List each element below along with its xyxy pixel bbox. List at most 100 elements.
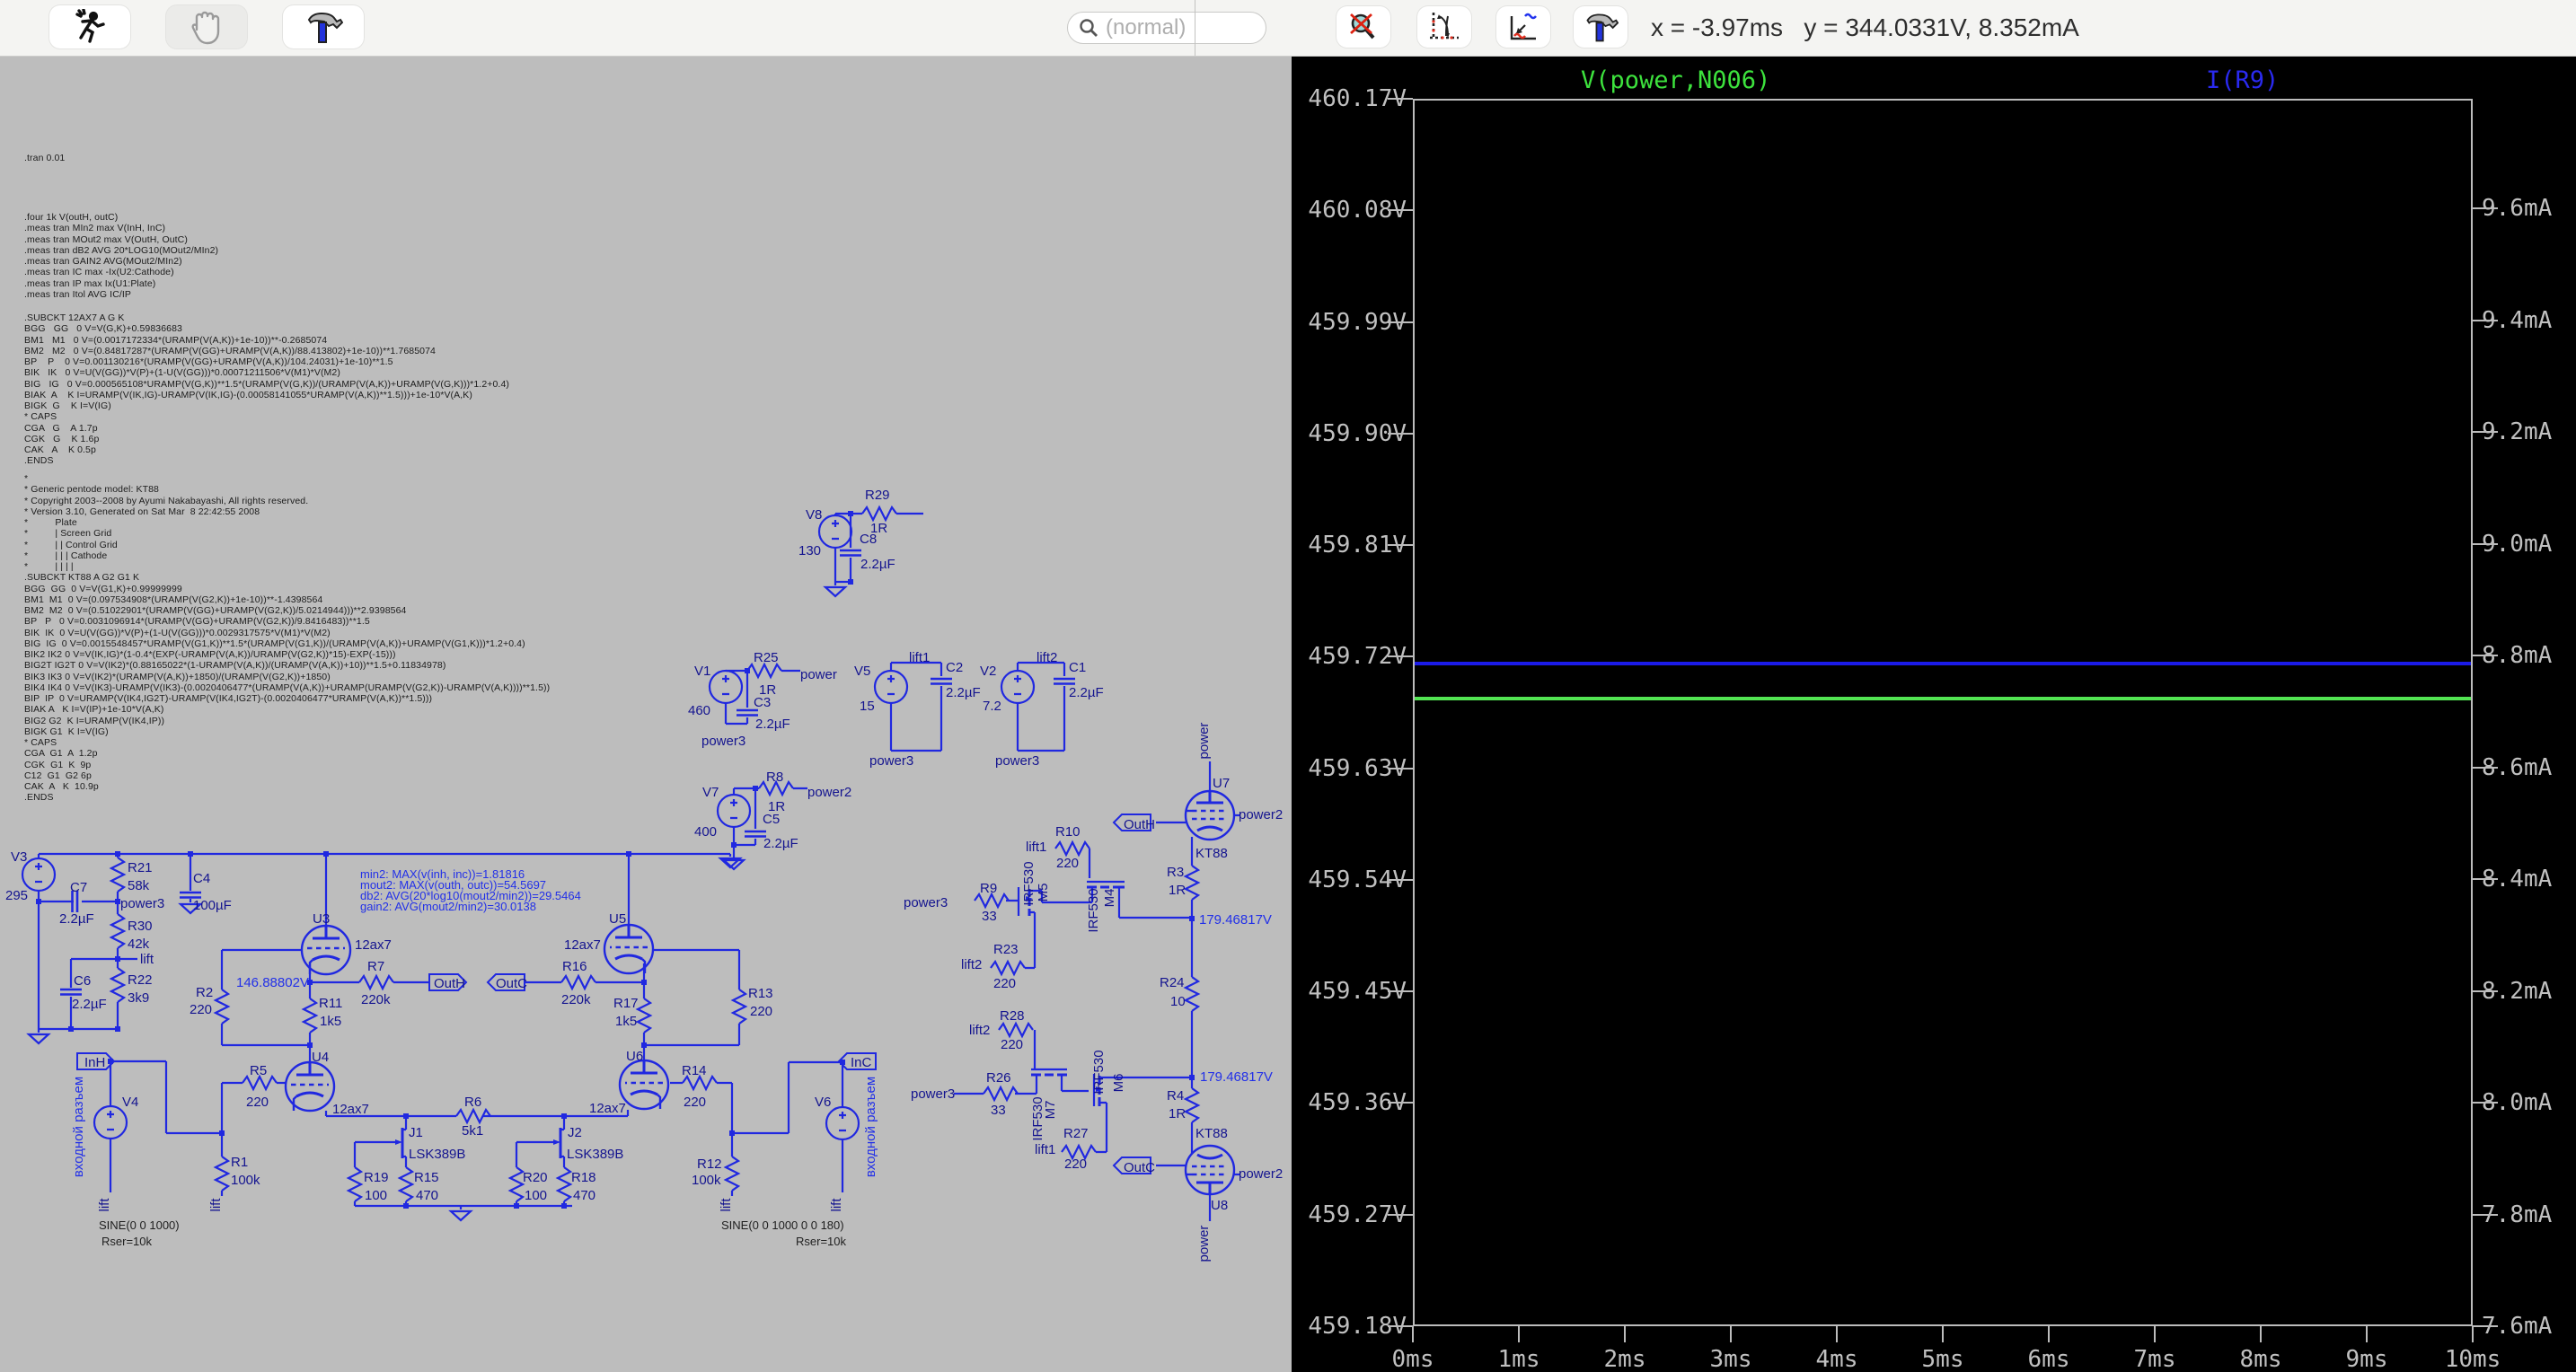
schematic-label-33[interactable]: 33 [991,1103,1006,1118]
schematic-label-KT88[interactable]: KT88 [1195,846,1228,861]
schematic-label-220[interactable]: 220 [246,1095,269,1110]
schematic-label-R14[interactable]: R14 [682,1063,707,1078]
schematic-label-OutH[interactable]: OutH [434,976,465,991]
schematic-label-12ax7[interactable]: 12ax7 [589,1101,626,1116]
schematic-label-1k5[interactable]: 1k5 [320,1014,341,1029]
schematic-label-lift2[interactable]: lift2 [961,957,982,972]
schematic-label-400[interactable]: 400 [694,824,717,840]
schematic-label-Rser10k[interactable]: Rser=10k [101,1235,152,1248]
schematic-label-220[interactable]: 220 [1056,856,1079,871]
schematic-label-U5[interactable]: U5 [609,911,626,927]
schematic-label-58k[interactable]: 58k [128,878,150,893]
schematic-label-C7[interactable]: C7 [70,880,87,895]
schematic-label-17946817V[interactable]: 179.46817V [1199,912,1272,928]
schematic-label-100k[interactable]: 100k [692,1173,721,1188]
schematic-label-R29[interactable]: R29 [865,488,890,503]
schematic-label-22F[interactable]: 2.2µF [72,997,107,1012]
schematic-label-IRF530[interactable]: IRF530 [1021,861,1037,905]
schematic-label-LSK389B[interactable]: LSK389B [567,1147,623,1162]
schematic-label-10[interactable]: 10 [1170,994,1186,1009]
schematic-label-R5[interactable]: R5 [250,1063,267,1078]
schematic-label-lift[interactable]: lift [829,1198,844,1212]
schematic-label-R21[interactable]: R21 [128,860,153,875]
schematic-label-C3[interactable]: C3 [754,695,771,710]
schematic-label-lift1[interactable]: lift1 [1035,1142,1055,1157]
schematic-label-J1[interactable]: J1 [409,1125,423,1140]
schematic-label-V3[interactable]: V3 [11,849,27,865]
schematic-label-R15[interactable]: R15 [414,1170,439,1185]
run-button[interactable] [49,5,130,48]
schematic-label-R1[interactable]: R1 [231,1155,248,1170]
schematic-label-R6[interactable]: R6 [464,1095,481,1110]
schematic-label-lift2[interactable]: lift2 [969,1023,990,1038]
schematic-label-R20[interactable]: R20 [523,1170,548,1185]
schematic-label-R9[interactable]: R9 [980,881,997,896]
schematic-label-M7[interactable]: M7 [1043,1101,1058,1120]
schematic-label-power[interactable]: power [800,667,837,682]
schematic-label-U3[interactable]: U3 [313,911,330,927]
schematic-label-100k[interactable]: 100k [231,1173,260,1188]
schematic-label-V1[interactable]: V1 [694,664,710,679]
schematic-label-1R[interactable]: 1R [1169,1106,1186,1121]
schematic-label-17946817V[interactable]: 179.46817V [1200,1069,1273,1085]
schematic-label-1R[interactable]: 1R [1169,883,1186,898]
schematic-label-72[interactable]: 7.2 [983,699,1001,714]
schematic-label-R8[interactable]: R8 [766,770,783,785]
schematic-label-R4[interactable]: R4 [1167,1088,1184,1104]
schematic-label-R13[interactable]: R13 [748,986,773,1001]
schematic-label-1k5[interactable]: 1k5 [615,1014,637,1029]
schematic-label-U6[interactable]: U6 [626,1049,643,1064]
schematic-label-M4[interactable]: M4 [1102,889,1117,908]
schematic-label-V5[interactable]: V5 [854,664,870,679]
schematic-label-130[interactable]: 130 [798,543,821,558]
schematic-label-V7[interactable]: V7 [702,785,719,800]
schematic-pane[interactable]: .tran 0.01 .four 1k V(outH, outC) .meas t… [0,56,1292,1372]
schematic-label-470[interactable]: 470 [416,1188,438,1203]
schematic-label-R3[interactable]: R3 [1167,865,1184,880]
schematic-label-R26[interactable]: R26 [986,1070,1011,1086]
schematic-label-[interactable]: входной разъем [71,1077,86,1177]
schematic-label-C4[interactable]: C4 [193,871,210,886]
trace-VpowerN006[interactable] [1415,697,2471,700]
schematic-label-power3[interactable]: power3 [869,753,913,769]
schematic-label-power3[interactable]: power3 [904,895,948,910]
schematic-label-22F[interactable]: 2.2µF [59,911,94,927]
schematic-label-22F[interactable]: 2.2µF [763,836,798,851]
schematic-label-R25[interactable]: R25 [754,650,779,665]
schematic-label-22F[interactable]: 2.2µF [946,685,981,700]
trace-title-VpowerN006[interactable]: V(power,N006) [1581,66,1770,94]
schematic-label-460[interactable]: 460 [688,703,710,718]
search-input[interactable]: (normal) [1067,12,1266,44]
schematic-label-lift[interactable]: lift [208,1198,224,1212]
schematic-label-100[interactable]: 100 [365,1188,387,1203]
schematic-label-R16[interactable]: R16 [562,959,587,974]
zoom-off-button[interactable] [1337,6,1390,48]
schematic-label-C6[interactable]: C6 [74,973,91,989]
schematic-label-R12[interactable]: R12 [697,1157,722,1172]
schematic-label-12ax7[interactable]: 12ax7 [355,937,392,953]
schematic-label-220[interactable]: 220 [1001,1037,1023,1052]
schematic-label-KT88[interactable]: KT88 [1195,1126,1228,1141]
edit-tools-button[interactable] [283,5,364,48]
schematic-label-lift1[interactable]: lift1 [909,650,930,665]
schematic-label-22F[interactable]: 2.2µF [1069,685,1104,700]
schematic-label-R22[interactable]: R22 [128,972,153,988]
schematic-label-15[interactable]: 15 [860,699,875,714]
schematic-label-220[interactable]: 220 [993,976,1016,991]
schematic-label-InC[interactable]: InC [851,1055,872,1070]
schematic-label-220k[interactable]: 220k [361,992,391,1007]
schematic-label-power2[interactable]: power2 [807,785,851,800]
schematic-label-220[interactable]: 220 [750,1004,772,1019]
schematic-label-J2[interactable]: J2 [568,1125,582,1140]
waveform-pane[interactable]: V(power,N006) I(R9) 460.17V 460.08V 459.99V 4… [1292,56,2576,1372]
schematic-label-220[interactable]: 220 [684,1095,706,1110]
schematic-label-R11[interactable]: R11 [319,996,342,1011]
schematic-label-12ax7[interactable]: 12ax7 [332,1102,369,1117]
schematic-canvas[interactable]: V8 130 R29 1R C8 2.2µF V1 460 R25 1R power C3 2.2µF p… [0,56,1292,1372]
schematic-label-lift1[interactable]: lift1 [1026,840,1046,855]
schematic-label-R7[interactable]: R7 [367,959,384,974]
schematic-label-5k1[interactable]: 5k1 [462,1123,483,1139]
schematic-label-power[interactable]: power [1196,723,1212,760]
schematic-label-100[interactable]: 100 [525,1188,547,1203]
plot-settings-button[interactable] [1496,6,1550,48]
